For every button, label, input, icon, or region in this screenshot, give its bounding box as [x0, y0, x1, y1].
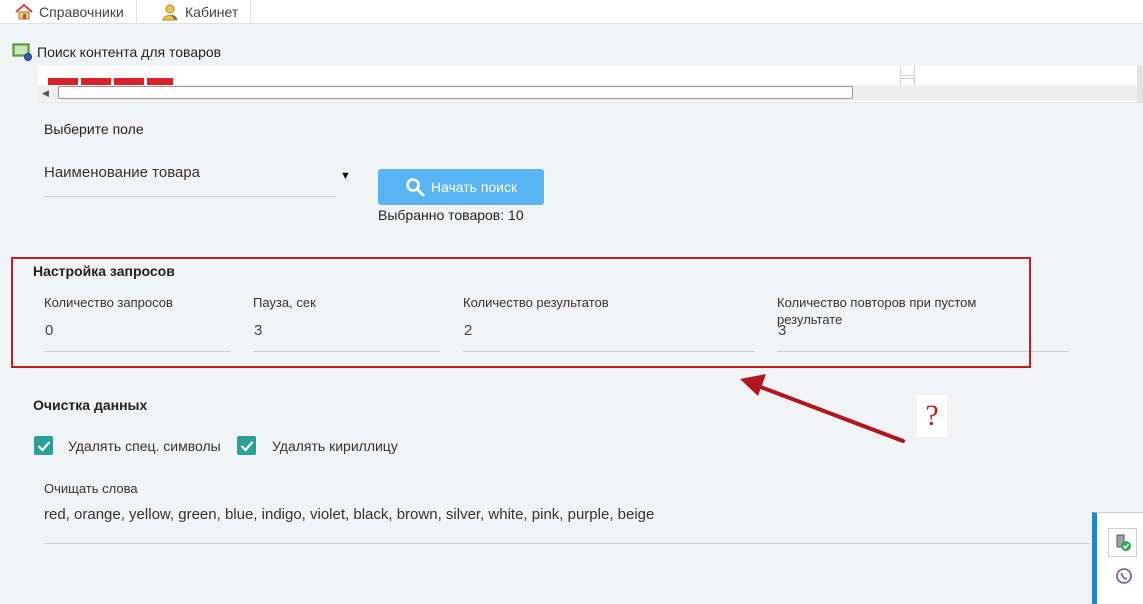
side-widget-panel	[1092, 512, 1143, 604]
annotation-arrow	[740, 374, 905, 443]
viber-icon[interactable]	[1116, 568, 1132, 584]
usb-safe-icon[interactable]	[1108, 528, 1137, 557]
annotation-question-mark: ?	[917, 395, 947, 437]
